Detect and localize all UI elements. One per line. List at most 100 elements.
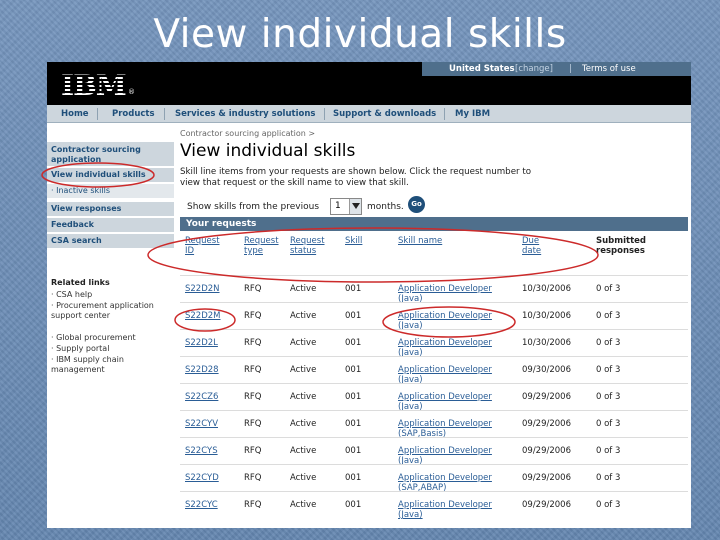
months-select-value: 1 bbox=[335, 201, 341, 211]
related-links-title: Related links bbox=[51, 278, 110, 287]
request-type-cell: RFQ bbox=[244, 338, 262, 348]
skill-number-cell: 001 bbox=[345, 284, 362, 294]
nav-support[interactable]: Support & downloads bbox=[333, 109, 436, 119]
request-type-cell: RFQ bbox=[244, 446, 262, 456]
months-label: months. bbox=[367, 202, 404, 212]
skill-name-link[interactable]: Application Developer bbox=[398, 473, 492, 483]
nav-home[interactable]: Home bbox=[61, 109, 89, 119]
request-id-link[interactable]: S22CYC bbox=[185, 500, 218, 510]
country-label: United States bbox=[449, 64, 515, 74]
masthead: IBM ® United States [change] | Terms of … bbox=[47, 62, 691, 105]
skill-name-qualifier-link[interactable]: (Java) bbox=[398, 510, 423, 520]
column-header-request-type[interactable]: Request type bbox=[244, 236, 288, 256]
request-type-cell: RFQ bbox=[244, 419, 262, 429]
skill-name-link[interactable]: Application Developer bbox=[398, 365, 492, 375]
nav-products[interactable]: Products bbox=[112, 109, 155, 119]
submitted-responses-cell: 0 of 3 bbox=[596, 392, 621, 402]
leftnav-item-csa-search[interactable]: CSA search bbox=[47, 234, 174, 248]
nav-my-ibm[interactable]: My IBM bbox=[455, 109, 490, 119]
leftnav-item-label: View responses bbox=[51, 204, 122, 213]
column-header-due-date[interactable]: Due date bbox=[522, 236, 552, 256]
slide-title: View individual skills bbox=[153, 12, 567, 57]
request-id-link[interactable]: S22CZ6 bbox=[185, 392, 218, 402]
request-id-link[interactable]: S22CYS bbox=[185, 446, 218, 456]
table-row: S22D2L RFQ Active 001 Application Developer 1… bbox=[180, 329, 688, 358]
related-link-procurement-support[interactable]: · Procurement application support center bbox=[51, 301, 169, 321]
leftnav-item-label: · Inactive skills bbox=[51, 186, 111, 195]
leftnav-section-title[interactable]: Contractor sourcing application bbox=[51, 145, 169, 165]
submitted-responses-cell: 0 of 3 bbox=[596, 284, 621, 294]
due-date-cell: 09/29/2006 bbox=[522, 419, 571, 429]
leftnav-section-block: Contractor sourcing application bbox=[47, 142, 174, 166]
ibm-logo[interactable]: IBM bbox=[61, 69, 127, 102]
request-status-cell: Active bbox=[290, 500, 317, 510]
due-date-cell: 09/30/2006 bbox=[522, 365, 571, 375]
table-row: S22CZ6 RFQ Active 001 Application Developer 0… bbox=[180, 383, 688, 412]
change-country-link[interactable]: [change] bbox=[515, 62, 553, 76]
related-link-global-procurement[interactable]: · Global procurement bbox=[51, 333, 136, 343]
leftnav-item-feedback[interactable]: Feedback bbox=[47, 218, 174, 232]
due-date-cell: 09/29/2006 bbox=[522, 473, 571, 483]
submitted-responses-cell: 0 of 3 bbox=[596, 419, 621, 429]
column-header-skill[interactable]: Skill bbox=[345, 236, 362, 246]
nav-services[interactable]: Services & industry solutions bbox=[175, 109, 315, 119]
request-type-cell: RFQ bbox=[244, 311, 262, 321]
skill-number-cell: 001 bbox=[345, 473, 362, 483]
topbar-separator: | bbox=[569, 64, 572, 74]
skill-number-cell: 001 bbox=[345, 446, 362, 456]
skill-name-link[interactable]: Application Developer bbox=[398, 338, 492, 348]
show-skills-label: Show skills from the previous bbox=[187, 202, 320, 212]
related-link-supply-portal[interactable]: · Supply portal bbox=[51, 344, 109, 354]
chevron-down-icon[interactable] bbox=[349, 199, 361, 214]
request-id-link[interactable]: S22D2N bbox=[185, 284, 220, 294]
skill-number-cell: 001 bbox=[345, 419, 362, 429]
submitted-responses-cell: 0 of 3 bbox=[596, 311, 621, 321]
leftnav-item-label: View individual skills bbox=[51, 170, 146, 179]
request-id-link[interactable]: S22CYV bbox=[185, 419, 218, 429]
request-status-cell: Active bbox=[290, 311, 317, 321]
request-id-link[interactable]: S22D2L bbox=[185, 338, 218, 348]
table-row: S22D2N RFQ Active 001 Application Developer 1… bbox=[180, 275, 688, 304]
due-date-cell: 10/30/2006 bbox=[522, 284, 571, 294]
request-id-link[interactable]: S22CYD bbox=[185, 473, 219, 483]
request-id-link[interactable]: S22D28 bbox=[185, 365, 219, 375]
leftnav-item-label: CSA search bbox=[51, 236, 102, 245]
related-link-csa-help[interactable]: · CSA help bbox=[51, 290, 92, 300]
terms-of-use-link[interactable]: Terms of use bbox=[582, 62, 636, 76]
leftnav-item-view-responses[interactable]: View responses bbox=[47, 202, 174, 216]
request-id-link[interactable]: S22D2M bbox=[185, 311, 221, 321]
breadcrumb[interactable]: Contractor sourcing application > bbox=[180, 129, 315, 138]
column-header-request-status[interactable]: Request status bbox=[290, 236, 334, 256]
column-header-request-id[interactable]: Request ID bbox=[185, 236, 231, 256]
leftnav-item-label: Feedback bbox=[51, 220, 94, 229]
table-row: S22CYS RFQ Active 001 Application Developer 0… bbox=[180, 437, 688, 466]
months-select[interactable]: 1 bbox=[330, 198, 362, 215]
skill-name-link[interactable]: Application Developer bbox=[398, 446, 492, 456]
skill-name-link[interactable]: Application Developer bbox=[398, 284, 492, 294]
go-button[interactable]: Go bbox=[408, 196, 425, 213]
leftnav-item-view-skills[interactable]: View individual skills bbox=[47, 168, 174, 182]
request-status-cell: Active bbox=[290, 446, 317, 456]
request-status-cell: Active bbox=[290, 284, 317, 294]
nav-divider bbox=[97, 108, 98, 120]
skill-number-cell: 001 bbox=[345, 392, 362, 402]
due-date-cell: 09/29/2006 bbox=[522, 500, 571, 510]
request-status-cell: Active bbox=[290, 338, 317, 348]
leftnav-item-inactive-skills[interactable]: · Inactive skills bbox=[47, 184, 174, 198]
skill-number-cell: 001 bbox=[345, 500, 362, 510]
column-header-skill-name[interactable]: Skill name bbox=[398, 236, 442, 246]
related-link-supply-chain[interactable]: · IBM supply chain management bbox=[51, 355, 161, 375]
submitted-responses-cell: 0 of 3 bbox=[596, 446, 621, 456]
skill-name-link[interactable]: Application Developer bbox=[398, 311, 492, 321]
request-status-cell: Active bbox=[290, 473, 317, 483]
request-type-cell: RFQ bbox=[244, 473, 262, 483]
skill-name-link[interactable]: Application Developer bbox=[398, 419, 492, 429]
skill-number-cell: 001 bbox=[345, 365, 362, 375]
due-date-cell: 09/29/2006 bbox=[522, 446, 571, 456]
request-type-cell: RFQ bbox=[244, 500, 262, 510]
skill-name-link[interactable]: Application Developer bbox=[398, 500, 492, 510]
due-date-cell: 10/30/2006 bbox=[522, 311, 571, 321]
page-title: View individual skills bbox=[180, 141, 356, 161]
skill-name-link[interactable]: Application Developer bbox=[398, 392, 492, 402]
skill-number-cell: 001 bbox=[345, 338, 362, 348]
